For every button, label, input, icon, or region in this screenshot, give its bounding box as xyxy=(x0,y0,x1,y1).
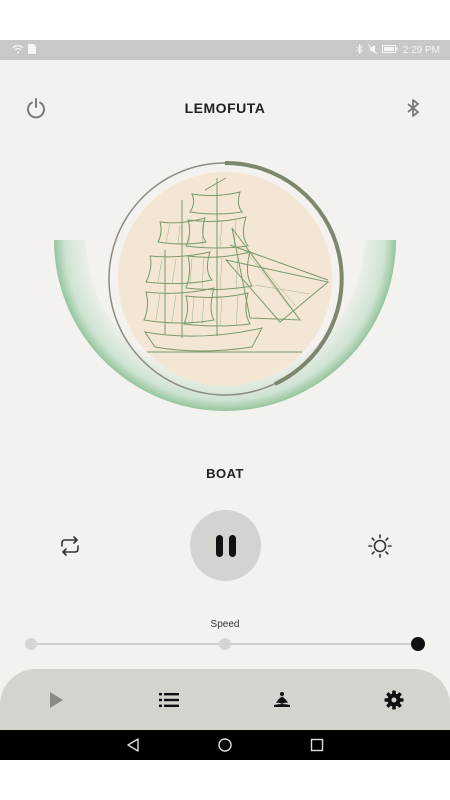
back-icon xyxy=(127,738,139,752)
mute-icon xyxy=(367,43,378,57)
play-icon xyxy=(50,692,63,708)
system-recents-button[interactable] xyxy=(309,737,325,753)
brightness-button[interactable] xyxy=(366,532,394,560)
speed-label: Speed xyxy=(210,619,240,630)
speed-level-2[interactable] xyxy=(219,638,231,650)
system-back-button[interactable] xyxy=(125,737,141,753)
settings-icon xyxy=(384,690,404,710)
nav-play-button[interactable] xyxy=(41,685,71,715)
status-bar: 2:29 PM xyxy=(0,40,450,60)
lotus-icon xyxy=(274,692,290,707)
system-nav-bar xyxy=(0,730,450,760)
bluetooth-status-icon xyxy=(356,43,363,57)
player-visual xyxy=(54,160,396,411)
pause-icon xyxy=(215,534,236,557)
play-pause-button[interactable] xyxy=(190,510,261,581)
wifi-icon xyxy=(12,44,24,57)
nav-settings-button[interactable] xyxy=(379,685,409,715)
list-icon xyxy=(159,693,179,707)
loop-button[interactable] xyxy=(57,533,83,559)
speed-level-1[interactable] xyxy=(25,638,37,650)
speed-slider-thumb[interactable] xyxy=(411,637,425,651)
status-time: 2:29 PM xyxy=(402,45,440,56)
battery-icon xyxy=(381,45,398,56)
app-screen: LEMOFUTA BOAT Speed xyxy=(0,60,450,730)
artwork-background xyxy=(118,172,332,386)
bottom-nav xyxy=(0,669,450,730)
repeat-icon xyxy=(61,536,79,556)
track-name: BOAT xyxy=(206,466,244,481)
home-icon xyxy=(218,738,232,752)
system-home-button[interactable] xyxy=(217,737,233,753)
speed-slider[interactable] xyxy=(25,637,425,651)
nav-meditation-button[interactable] xyxy=(267,685,297,715)
nav-list-button[interactable] xyxy=(154,685,184,715)
brightness-icon xyxy=(368,534,392,558)
recents-icon xyxy=(310,738,324,752)
sim-icon xyxy=(28,44,36,57)
